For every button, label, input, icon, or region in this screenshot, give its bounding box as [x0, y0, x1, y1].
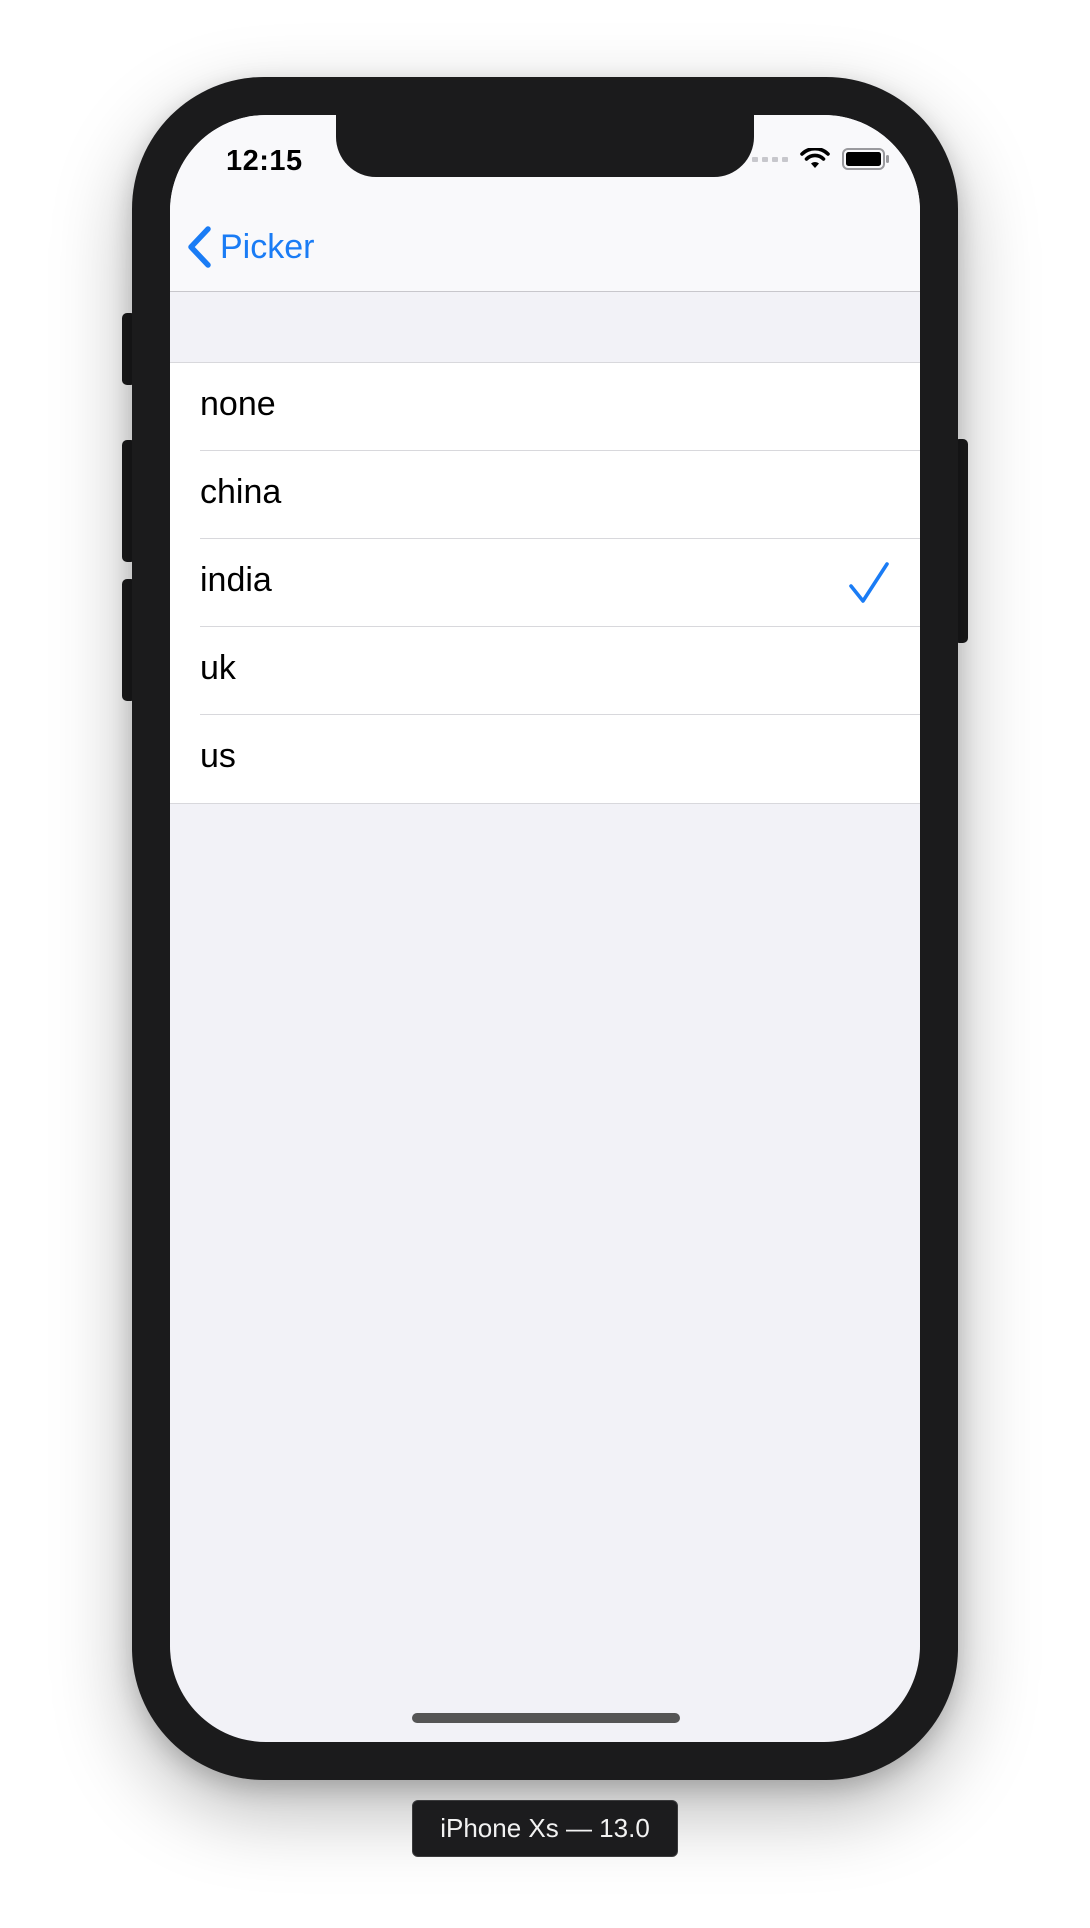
battery-icon — [842, 148, 889, 170]
list-item-us[interactable]: us — [170, 715, 920, 803]
back-button-label: Picker — [220, 227, 315, 266]
device-label: iPhone Xs — 13.0 — [412, 1800, 678, 1857]
list-item-label: china — [200, 473, 282, 511]
status-icons — [752, 148, 890, 170]
list-item-uk[interactable]: uk — [170, 627, 920, 715]
list-item-label: us — [200, 737, 236, 775]
list-item-label: none — [200, 385, 276, 423]
list-item-china[interactable]: china — [170, 451, 920, 539]
picker-options-list: none china india uk us — [170, 362, 920, 804]
notch — [336, 115, 754, 177]
navigation-bar: Picker — [170, 203, 920, 292]
list-item-none[interactable]: none — [170, 363, 920, 451]
list-item-india[interactable]: india — [170, 539, 920, 627]
checkmark-icon — [849, 562, 889, 603]
status-time: 12:15 — [226, 145, 303, 177]
device-screen: 12:15 Picker none china india uk us — [170, 115, 920, 1742]
home-indicator[interactable] — [412, 1713, 680, 1723]
back-button[interactable]: Picker — [186, 223, 314, 271]
cellular-signal-icon — [752, 156, 788, 162]
list-item-label: uk — [200, 649, 236, 687]
wifi-icon — [800, 148, 830, 168]
list-item-label: india — [200, 561, 272, 599]
chevron-left-icon — [188, 226, 211, 268]
simulator-stage: 12:15 Picker none china india uk us iPho… — [0, 0, 1090, 1928]
